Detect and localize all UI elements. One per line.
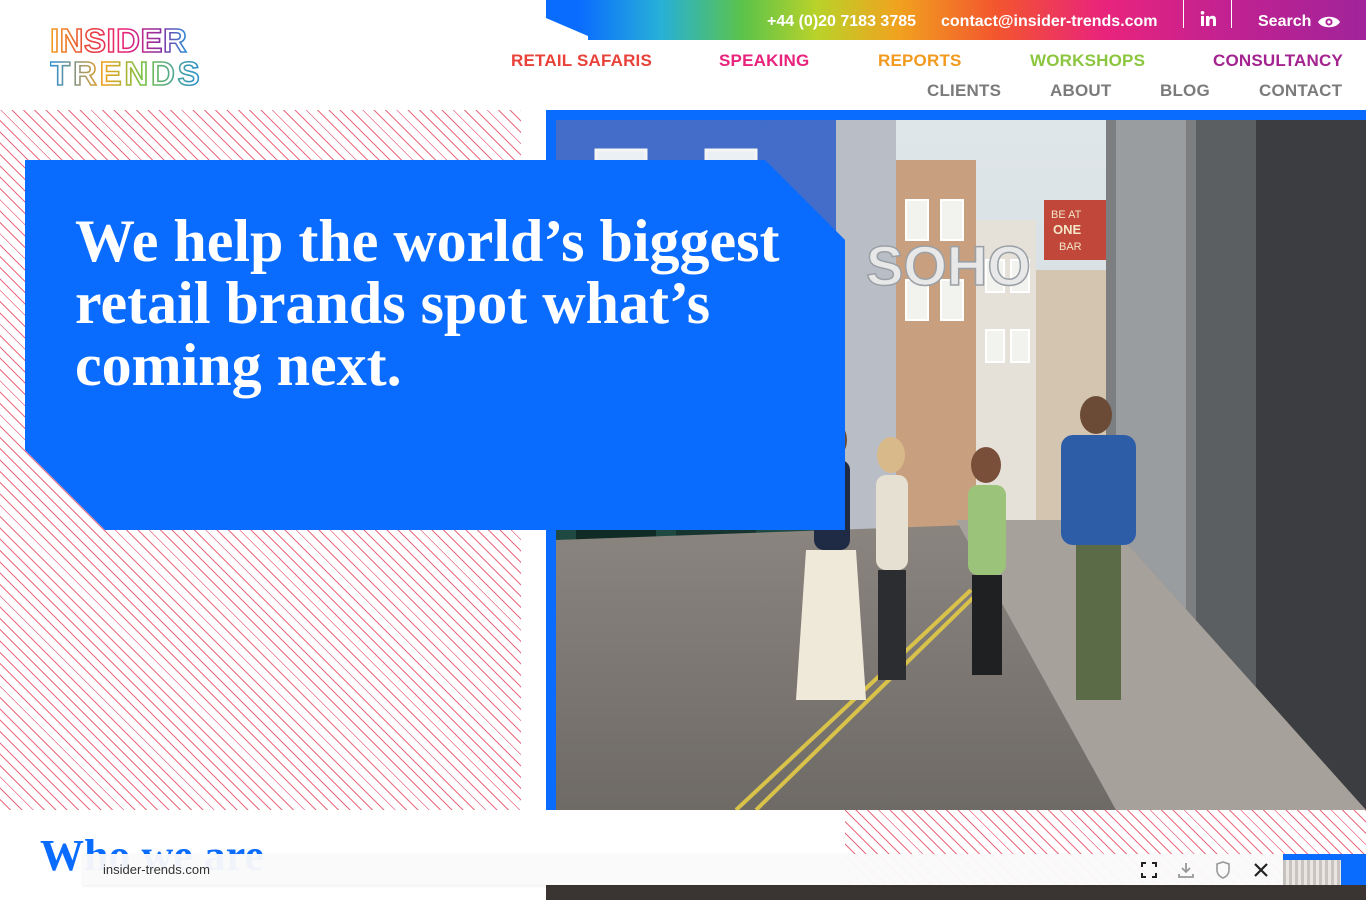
close-icon[interactable]	[1251, 860, 1271, 880]
shield-icon[interactable]	[1213, 860, 1233, 880]
email-link[interactable]: contact@insider-trends.com	[941, 13, 1158, 31]
nav-about[interactable]: ABOUT	[1050, 81, 1111, 101]
nav-reports[interactable]: REPORTS	[878, 51, 962, 71]
overlay-url[interactable]: insider-trends.com	[103, 862, 210, 877]
nav-blog[interactable]: BLOG	[1160, 81, 1210, 101]
logo-line-2: TRENDS	[50, 55, 202, 88]
svg-text:BAR: BAR	[1059, 241, 1082, 253]
eye-icon[interactable]	[1317, 14, 1341, 30]
top-bar-divider	[1231, 0, 1232, 28]
nav-speaking[interactable]: SPEAKING	[719, 51, 809, 71]
svg-text:SOHO: SOHO	[866, 234, 1031, 297]
browser-overlay-bar	[83, 854, 1283, 885]
fullscreen-icon[interactable]	[1139, 860, 1159, 880]
nav-contact[interactable]: CONTACT	[1259, 81, 1342, 101]
download-icon[interactable]	[1176, 860, 1196, 880]
logo-line-1: INSIDER	[50, 22, 187, 59]
nav-clients[interactable]: CLIENTS	[927, 81, 1001, 101]
nav-retail-safaris[interactable]: RETAIL SAFARIS	[511, 51, 652, 71]
svg-text:BE AT: BE AT	[1051, 209, 1082, 221]
hero-title: We help the world’s biggest retail brand…	[75, 208, 780, 398]
top-bar-divider	[1183, 0, 1184, 28]
nav-workshops[interactable]: WORKSHOPS	[1030, 51, 1145, 71]
nav-consultancy[interactable]: CONSULTANCY	[1213, 51, 1343, 71]
search-button[interactable]: Search	[1258, 13, 1311, 31]
section-photo	[546, 885, 1366, 900]
svg-text:ONE: ONE	[1053, 222, 1082, 237]
linkedin-icon[interactable]	[1199, 10, 1217, 28]
insider-trends-logo[interactable]: INSIDER TRENDS	[50, 22, 204, 88]
phone-link[interactable]: +44 (0)20 7183 3785	[767, 13, 916, 31]
